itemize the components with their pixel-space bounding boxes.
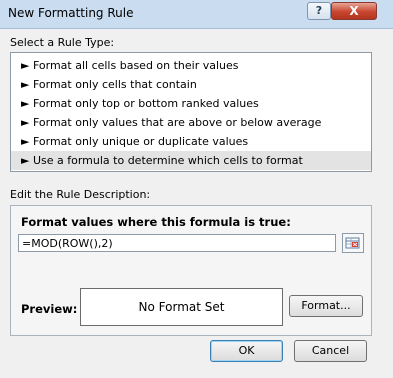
- rule-type-heading: Select a Rule Type:: [10, 36, 115, 49]
- preview-box: No Format Set: [80, 288, 283, 326]
- rule-type-item-use-formula[interactable]: ► Use a formula to determine which cells…: [11, 151, 371, 170]
- formula-label: Format values where this formula is true…: [21, 215, 291, 229]
- rule-type-item-above-below-average[interactable]: ► Format only values that are above or b…: [11, 113, 371, 132]
- range-select-button[interactable]: [342, 233, 364, 253]
- range-picker-icon: [345, 237, 360, 249]
- rule-type-item-top-bottom[interactable]: ► Format only top or bottom ranked value…: [11, 94, 371, 113]
- rule-type-list[interactable]: ► Format all cells based on their values…: [10, 52, 372, 172]
- formula-input[interactable]: [18, 234, 336, 252]
- rule-type-item-all-cells[interactable]: ► Format all cells based on their values: [11, 56, 371, 75]
- ok-button[interactable]: OK: [210, 340, 283, 362]
- rule-type-item-unique-duplicate[interactable]: ► Format only unique or duplicate values: [11, 132, 371, 151]
- close-button[interactable]: X: [331, 2, 377, 20]
- help-button[interactable]: ?: [307, 2, 331, 20]
- title-bar: New Formatting Rule ? X: [0, 0, 393, 29]
- rule-description-heading: Edit the Rule Description:: [10, 188, 151, 201]
- rule-description-panel: Format values where this formula is true…: [10, 205, 372, 336]
- preview-label: Preview:: [21, 302, 78, 316]
- cancel-button[interactable]: Cancel: [294, 340, 367, 362]
- rule-type-item-cells-contain[interactable]: ► Format only cells that contain: [11, 75, 371, 94]
- window-title: New Formatting Rule: [8, 6, 134, 20]
- format-button[interactable]: Format...: [289, 295, 363, 317]
